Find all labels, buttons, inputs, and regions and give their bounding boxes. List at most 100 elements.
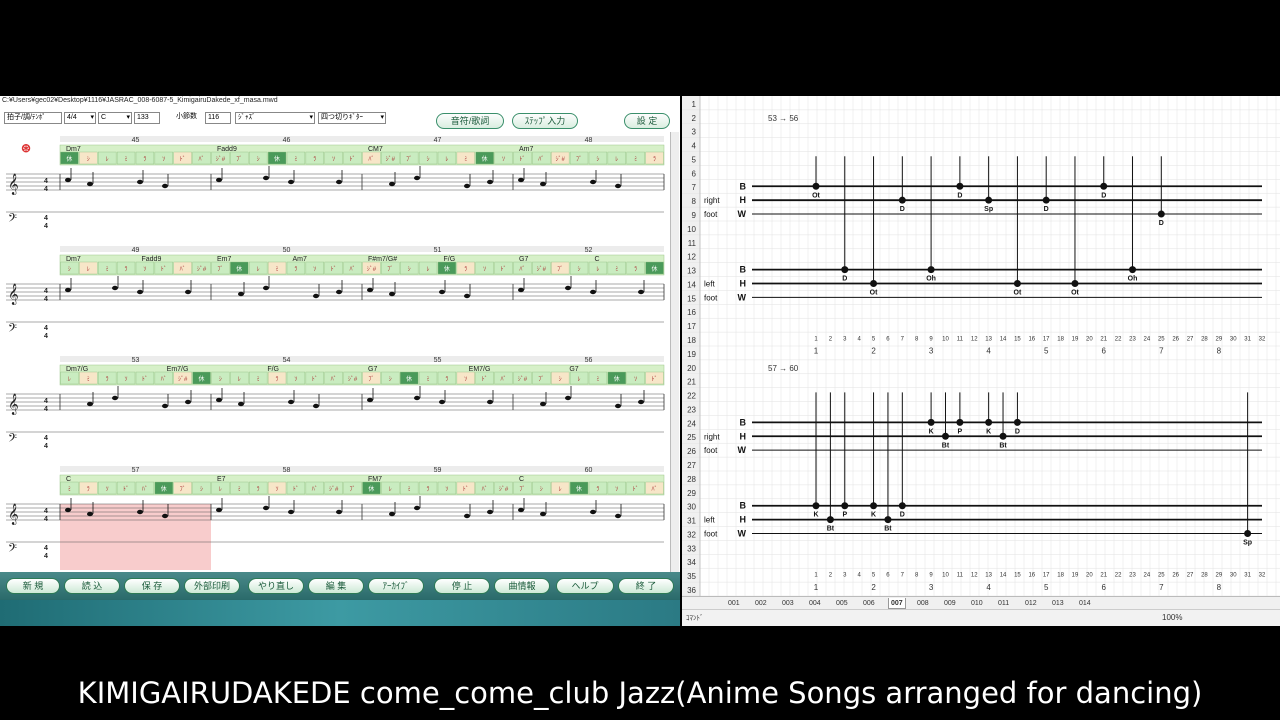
note-head xyxy=(65,287,71,293)
external-print-button[interactable]: 外部印刷 xyxy=(184,578,240,594)
b1-title: 53 → 56 xyxy=(768,114,799,123)
lyrics-button[interactable]: 音符/歌詞 xyxy=(436,113,504,129)
b2-lane-letter: B xyxy=(740,501,747,511)
save-button[interactable]: 保 存 xyxy=(124,578,180,594)
b2-lane-letter: H xyxy=(740,515,747,525)
sheet-tab[interactable]: 012 xyxy=(1023,598,1039,609)
zoom-level[interactable]: 100% xyxy=(1162,613,1182,622)
note-head xyxy=(615,183,621,189)
time-signature-select[interactable]: 4/4 xyxy=(64,112,96,124)
sheet-tab[interactable]: 008 xyxy=(915,598,931,609)
b2-left-foot-label: foot xyxy=(704,530,718,539)
b1-tick: 5 xyxy=(872,336,876,342)
load-button[interactable]: 読 込 xyxy=(64,578,120,594)
note-head xyxy=(540,511,546,517)
b1-tick: 20 xyxy=(1086,336,1093,342)
rest-mark: 休 xyxy=(274,155,280,163)
note-head xyxy=(439,399,445,405)
time-sig-bottom: 4 xyxy=(44,406,48,413)
sheet-tab[interactable]: 006 xyxy=(861,598,877,609)
b1-tick: 26 xyxy=(1172,336,1179,342)
archive-button[interactable]: ｱｰｶｲﾌﾞ xyxy=(368,578,424,594)
stop-button[interactable]: 停 止 xyxy=(434,578,490,594)
row-number: 26 xyxy=(687,447,696,456)
measures-label: 小節数 xyxy=(176,113,197,120)
settings-button[interactable]: 設 定 xyxy=(624,113,670,129)
step-input-button[interactable]: ｽﾃｯﾌﾟ入力 xyxy=(512,113,578,129)
help-button[interactable]: ヘルプ xyxy=(556,578,614,594)
chord-syllable: ﾐ xyxy=(634,157,637,163)
b2-hit-label: Bt xyxy=(999,442,1007,449)
sheet-grid[interactable]: 1234567891011121314151617181920212223242… xyxy=(682,96,1280,596)
b2-tick: 6 xyxy=(886,573,890,579)
chord-syllable: ﾐ xyxy=(106,267,109,273)
sheet-tab[interactable]: 009 xyxy=(942,598,958,609)
note-head xyxy=(414,175,420,181)
exit-button[interactable]: 終 了 xyxy=(618,578,674,594)
b1-tick: 10 xyxy=(942,336,949,342)
b2-tick: 11 xyxy=(957,573,964,579)
b2-tick: 9 xyxy=(929,573,933,579)
note-head xyxy=(487,509,493,515)
bass-time-sig-bottom: 4 xyxy=(44,223,48,230)
sheet-tab[interactable]: 004 xyxy=(807,598,823,609)
b1-tick: 23 xyxy=(1129,336,1136,342)
chord-name: Em7/G xyxy=(167,366,189,373)
b1-hit-dot xyxy=(870,280,878,287)
sheet-tab[interactable]: 014 xyxy=(1077,598,1093,609)
key-select[interactable]: C xyxy=(98,112,132,124)
b2-tick: 5 xyxy=(872,573,876,579)
treble-clef-icon: 𝄞 xyxy=(8,284,19,305)
edit-button[interactable]: 編 集 xyxy=(308,578,364,594)
song-info-button[interactable]: 曲情報 xyxy=(494,578,550,594)
new-button[interactable]: 新 規 xyxy=(6,578,60,594)
sheet-tab[interactable]: 005 xyxy=(834,598,850,609)
b2-hit-label: K xyxy=(871,512,876,519)
sheet-tab[interactable]: 003 xyxy=(780,598,796,609)
b2-tick: 32 xyxy=(1259,573,1266,579)
chord-syllable: ﾚ xyxy=(257,267,260,273)
b2-tick: 15 xyxy=(1014,573,1021,579)
guitar-select[interactable]: 四つ切りｷﾞﾀｰ xyxy=(318,112,386,124)
chord-syllable: ﾐ xyxy=(238,487,241,493)
chord-syllable: ﾊﾞ xyxy=(652,486,658,493)
chord-syllable: ﾚ xyxy=(596,267,599,273)
note-head xyxy=(162,513,168,519)
bass-time-sig-bottom: 4 xyxy=(44,553,48,560)
b1-hit-label: D xyxy=(1159,220,1164,227)
note-head xyxy=(216,397,222,403)
measures-stepper[interactable]: 116 xyxy=(205,112,231,124)
style-select[interactable]: ｼﾞｬｽﾞ xyxy=(235,112,315,124)
b1-tick: 12 xyxy=(971,336,978,342)
note-head xyxy=(87,401,93,407)
chord-syllable: ﾐ xyxy=(294,157,297,163)
sheet-tab[interactable]: 001 xyxy=(726,598,742,609)
record-icon: ⊛ xyxy=(21,141,31,155)
chord-syllable: ｼ xyxy=(219,377,222,383)
sheet-tab[interactable]: 011 xyxy=(996,598,1011,609)
tempo-stepper[interactable]: 133 xyxy=(134,112,160,124)
sheet-tab[interactable]: 007 xyxy=(888,598,906,609)
time-sig-bottom: 4 xyxy=(44,186,48,193)
chord-syllable: ﾚ xyxy=(219,487,222,493)
chord-syllable: ｼ xyxy=(559,377,562,383)
sheet-tab[interactable]: 010 xyxy=(969,598,985,609)
b1-hit-label: Oh xyxy=(1128,276,1138,283)
score-area[interactable]: ⊛ 45 46 47 48 休 ｼ ﾚ ﾐ ﾗ ｿ ﾄﾞ ﾊﾞ ｼﾞ# ﾌﾞ ｼ 休 ﾐ ﾗ ｿ ﾄﾞ ﾊﾞ ｼﾞ# ﾌﾞ ｼ ﾚ… xyxy=(0,132,670,572)
chord-syllable: ｼ xyxy=(596,157,599,163)
b2-tick: 23 xyxy=(1129,573,1136,579)
chord-syllable: ｼﾞ# xyxy=(537,266,547,273)
score-scrollbar[interactable] xyxy=(670,132,679,572)
chord-syllable: ﾗ xyxy=(125,266,128,273)
sheet-tab[interactable]: 002 xyxy=(753,598,769,609)
note-head xyxy=(65,507,71,513)
redo-button[interactable]: やり直し xyxy=(248,578,304,594)
sheet-tab[interactable]: 013 xyxy=(1050,598,1066,609)
b1-tick: 21 xyxy=(1100,336,1107,342)
b1-tick: 16 xyxy=(1028,336,1035,342)
note-head xyxy=(288,179,294,185)
b1-tick: 8 xyxy=(915,336,919,342)
chord-syllable: ｿ xyxy=(276,487,279,493)
b1-tick: 14 xyxy=(1000,336,1007,342)
note-head xyxy=(87,181,93,187)
